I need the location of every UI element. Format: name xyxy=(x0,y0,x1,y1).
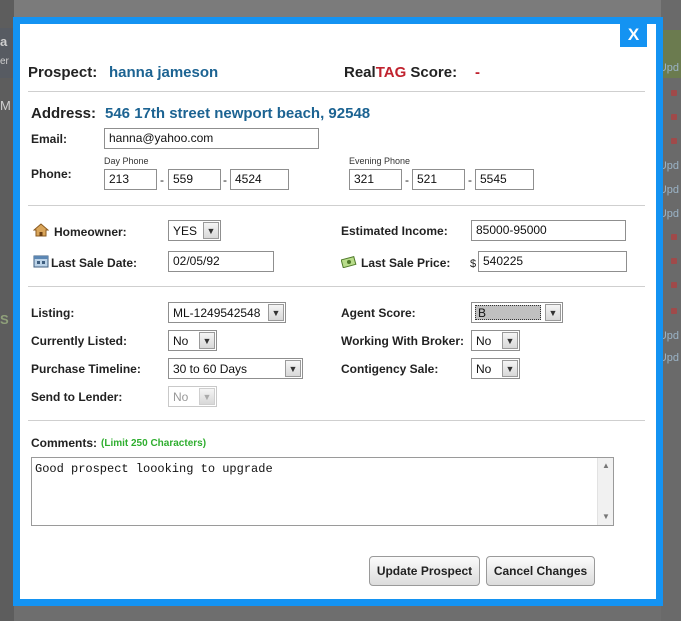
homeowner-value: YES xyxy=(173,224,198,238)
phone-label: Phone: xyxy=(31,167,72,181)
evening-phone-line-field[interactable]: 5545 xyxy=(475,169,534,190)
background-left-text: M xyxy=(0,98,11,113)
realtag-score-label: RealTAG Score: xyxy=(344,64,457,81)
email-label: Email: xyxy=(31,132,68,146)
day-phone-label: Day Phone xyxy=(104,156,149,166)
chevron-down-icon: ▼ xyxy=(502,332,518,349)
listing-label: Listing: xyxy=(31,306,75,320)
homeowner-label: Homeowner: xyxy=(54,225,127,239)
prospect-name: hanna jameson xyxy=(109,64,219,81)
comments-limit-note: (Limit 250 Characters) xyxy=(101,438,207,449)
last-sale-date-field[interactable]: 02/05/92 xyxy=(168,251,274,272)
background-delete-icon xyxy=(671,138,677,144)
phone-separator: - xyxy=(405,173,409,187)
chevron-down-icon: ▼ xyxy=(285,360,301,377)
day-phone-line-field[interactable]: 4524 xyxy=(230,169,289,190)
score-suffix: Score: xyxy=(410,64,458,81)
working-with-broker-value: No xyxy=(476,334,492,348)
homeowner-select[interactable]: YES ▼ xyxy=(168,220,221,241)
send-to-lender-select: No ▼ xyxy=(168,386,217,407)
background-left-text: a xyxy=(0,34,8,49)
background-topbar xyxy=(0,0,681,18)
send-to-lender-value: No xyxy=(173,390,189,404)
background-left-text: S xyxy=(0,312,9,327)
currency-symbol: $ xyxy=(470,258,477,270)
divider xyxy=(28,205,645,206)
chevron-down-icon: ▼ xyxy=(545,304,561,321)
contingency-sale-select[interactable]: No ▼ xyxy=(471,358,520,379)
evening-phone-area-field[interactable]: 321 xyxy=(349,169,402,190)
background-delete-icon xyxy=(671,282,677,288)
money-icon xyxy=(341,255,357,268)
background-delete-icon xyxy=(671,114,677,120)
agent-score-label: Agent Score: xyxy=(341,306,416,320)
phone-separator: - xyxy=(468,173,472,187)
background-delete-icon xyxy=(671,234,677,240)
score-prefix: Real xyxy=(344,64,376,81)
evening-phone-label: Evening Phone xyxy=(349,156,411,166)
background-right-panel: Upd Upd Upd Upd Upd Upd xyxy=(659,0,681,621)
textarea-scrollbar[interactable]: ▲ ▼ xyxy=(597,458,613,525)
purchase-timeline-value: 30 to 60 Days xyxy=(173,362,248,376)
chevron-down-icon: ▼ xyxy=(502,360,518,377)
realtag-score-value: - xyxy=(475,64,480,81)
background-left-text: er xyxy=(0,56,9,67)
divider xyxy=(28,420,645,421)
last-sale-date-label: Last Sale Date: xyxy=(51,256,138,270)
close-button[interactable]: X xyxy=(620,22,647,47)
agent-score-select[interactable]: B ▼ xyxy=(471,302,563,323)
estimated-income-label: Estimated Income: xyxy=(341,224,448,238)
address-value: 546 17th street newport beach, 92548 xyxy=(105,105,371,122)
estimated-income-field[interactable]: 85000-95000 xyxy=(471,220,626,241)
background-delete-icon xyxy=(671,90,677,96)
scroll-down-icon[interactable]: ▼ xyxy=(600,511,612,523)
working-with-broker-select[interactable]: No ▼ xyxy=(471,330,520,351)
currently-listed-label: Currently Listed: xyxy=(31,334,128,348)
calendar-icon xyxy=(33,255,49,268)
update-prospect-button[interactable]: Update Prospect xyxy=(369,556,480,586)
email-field[interactable]: hanna@yahoo.com xyxy=(104,128,319,149)
background-left-panel: a er M S xyxy=(0,0,14,621)
working-with-broker-label: Working With Broker: xyxy=(341,334,465,348)
purchase-timeline-label: Purchase Timeline: xyxy=(31,362,141,376)
listing-select[interactable]: ML-1249542548 ▼ xyxy=(168,302,286,323)
background-delete-icon xyxy=(671,258,677,264)
chevron-down-icon: ▼ xyxy=(199,388,215,405)
background-delete-icon xyxy=(671,308,677,314)
agent-score-value: B xyxy=(475,305,541,320)
day-phone-area-field[interactable]: 213 xyxy=(104,169,157,190)
cancel-changes-button[interactable]: Cancel Changes xyxy=(486,556,595,586)
comments-textarea[interactable]: Good prospect loooking to upgrade ▲ ▼ xyxy=(31,457,614,526)
purchase-timeline-select[interactable]: 30 to 60 Days ▼ xyxy=(168,358,303,379)
prospect-label: Prospect: xyxy=(28,64,98,81)
chevron-down-icon: ▼ xyxy=(268,304,284,321)
last-sale-price-field[interactable]: 540225 xyxy=(478,251,627,272)
scroll-up-icon[interactable]: ▲ xyxy=(600,460,612,472)
contingency-sale-value: No xyxy=(476,362,492,376)
send-to-lender-label: Send to Lender: xyxy=(31,390,123,404)
comments-label: Comments: xyxy=(31,436,98,450)
day-phone-prefix-field[interactable]: 559 xyxy=(168,169,221,190)
listing-value: ML-1249542548 xyxy=(173,306,261,320)
evening-phone-prefix-field[interactable]: 521 xyxy=(412,169,465,190)
chevron-down-icon: ▼ xyxy=(199,332,215,349)
divider xyxy=(28,286,645,287)
phone-separator: - xyxy=(223,173,227,187)
currently-listed-value: No xyxy=(173,334,189,348)
last-sale-price-label: Last Sale Price: xyxy=(361,256,451,270)
contingency-sale-label: Contigency Sale: xyxy=(341,362,439,376)
phone-separator: - xyxy=(160,173,164,187)
house-icon xyxy=(33,223,49,237)
comments-text: Good prospect loooking to upgrade xyxy=(35,462,273,476)
score-tag: TAG xyxy=(375,64,407,81)
currently-listed-select[interactable]: No ▼ xyxy=(168,330,217,351)
chevron-down-icon: ▼ xyxy=(203,222,219,239)
address-label: Address: xyxy=(31,105,97,122)
divider xyxy=(28,91,645,92)
